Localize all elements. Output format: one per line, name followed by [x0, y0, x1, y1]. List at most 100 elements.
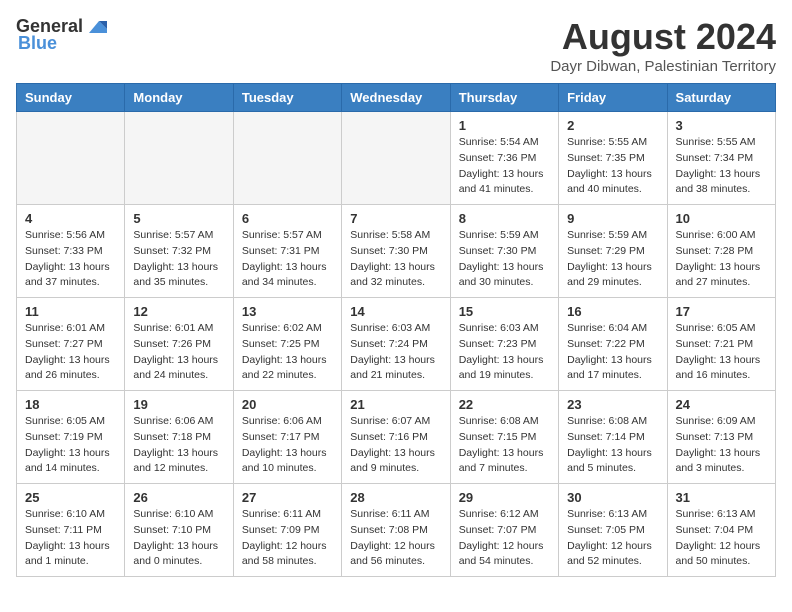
- table-row: 21 Sunrise: 6:07 AM Sunset: 7:16 PM Dayli…: [342, 391, 450, 484]
- table-row: 25Sunrise: 6:10 AM Sunset: 7:11 PM Dayli…: [17, 484, 125, 577]
- day-info: Sunrise: 5:57 AM Sunset: 7:31 PM Dayligh…: [242, 228, 333, 291]
- day-number: 4: [25, 211, 116, 226]
- day-number: 16: [567, 304, 658, 319]
- table-row: 17Sunrise: 6:05 AM Sunset: 7:21 PM Dayli…: [667, 298, 775, 391]
- table-row: 5Sunrise: 5:57 AM Sunset: 7:32 PM Daylig…: [125, 205, 233, 298]
- logo-blue-text: Blue: [18, 33, 57, 54]
- day-info: Sunrise: 6:13 AM Sunset: 7:05 PM Dayligh…: [567, 507, 658, 570]
- logo: General Blue: [16, 16, 107, 54]
- table-row: 20 Sunrise: 6:06 AM Sunset: 7:17 PM Dayli…: [233, 391, 341, 484]
- day-info: Sunrise: 6:07 AM Sunset: 7:16 PM Dayligh…: [350, 414, 441, 477]
- day-number: 15: [459, 304, 550, 319]
- day-number: 13: [242, 304, 333, 319]
- calendar-week-row: 18 Sunrise: 6:05 AM Sunset: 7:19 PM Dayli…: [17, 391, 776, 484]
- table-row: 23 Sunrise: 6:08 AM Sunset: 7:14 PM Dayli…: [559, 391, 667, 484]
- table-row: 28 Sunrise: 6:11 AM Sunset: 7:08 PM Dayli…: [342, 484, 450, 577]
- calendar-header-row: Sunday Monday Tuesday Wednesday Thursday…: [17, 84, 776, 112]
- calendar-week-row: 11Sunrise: 6:01 AM Sunset: 7:27 PM Dayli…: [17, 298, 776, 391]
- table-row: 3 Sunrise: 5:55 AM Sunset: 7:34 PM Daylig…: [667, 112, 775, 205]
- table-row: 1 Sunrise: 5:54 AM Sunset: 7:36 PM Daylig…: [450, 112, 558, 205]
- table-row: 15 Sunrise: 6:03 AM Sunset: 7:23 PM Dayli…: [450, 298, 558, 391]
- header-sunday: Sunday: [17, 84, 125, 112]
- header-friday: Friday: [559, 84, 667, 112]
- day-info: Sunrise: 6:03 AM Sunset: 7:23 PM Dayligh…: [459, 321, 550, 384]
- header-wednesday: Wednesday: [342, 84, 450, 112]
- day-number: 11: [25, 304, 116, 319]
- day-number: 14: [350, 304, 441, 319]
- day-info: Sunrise: 6:04 AM Sunset: 7:22 PM Dayligh…: [567, 321, 658, 384]
- table-row: 2 Sunrise: 5:55 AM Sunset: 7:35 PM Daylig…: [559, 112, 667, 205]
- table-row: 12 Sunrise: 6:01 AM Sunset: 7:26 PM Dayli…: [125, 298, 233, 391]
- day-info: Sunrise: 6:00 AM Sunset: 7:28 PM Dayligh…: [676, 228, 767, 291]
- day-info: Sunrise: 6:01 AM Sunset: 7:26 PM Dayligh…: [133, 321, 224, 384]
- day-number: 8: [459, 211, 550, 226]
- table-row: 31 Sunrise: 6:13 AM Sunset: 7:04 PM Dayli…: [667, 484, 775, 577]
- day-info: Sunrise: 6:06 AM Sunset: 7:18 PM Dayligh…: [133, 414, 224, 477]
- day-info: Sunrise: 6:08 AM Sunset: 7:15 PM Dayligh…: [459, 414, 550, 477]
- day-number: 7: [350, 211, 441, 226]
- day-number: 24: [676, 397, 767, 412]
- location-subtitle: Dayr Dibwan, Palestinian Territory: [550, 58, 776, 75]
- day-info: Sunrise: 5:58 AM Sunset: 7:30 PM Dayligh…: [350, 228, 441, 291]
- day-number: 23: [567, 397, 658, 412]
- table-row: [125, 112, 233, 205]
- table-row: 22Sunrise: 6:08 AM Sunset: 7:15 PM Dayli…: [450, 391, 558, 484]
- day-info: Sunrise: 5:57 AM Sunset: 7:32 PM Dayligh…: [133, 228, 224, 291]
- table-row: 13Sunrise: 6:02 AM Sunset: 7:25 PM Dayli…: [233, 298, 341, 391]
- table-row: 4 Sunrise: 5:56 AM Sunset: 7:33 PM Daylig…: [17, 205, 125, 298]
- page-header: General Blue August 2024 Dayr Dibwan, Pa…: [16, 16, 776, 75]
- title-section: August 2024 Dayr Dibwan, Palestinian Ter…: [550, 16, 776, 75]
- day-number: 3: [676, 118, 767, 133]
- day-number: 6: [242, 211, 333, 226]
- calendar-week-row: 25Sunrise: 6:10 AM Sunset: 7:11 PM Dayli…: [17, 484, 776, 577]
- table-row: 11Sunrise: 6:01 AM Sunset: 7:27 PM Dayli…: [17, 298, 125, 391]
- calendar-week-row: 1 Sunrise: 5:54 AM Sunset: 7:36 PM Daylig…: [17, 112, 776, 205]
- day-number: 18: [25, 397, 116, 412]
- table-row: 16 Sunrise: 6:04 AM Sunset: 7:22 PM Dayli…: [559, 298, 667, 391]
- table-row: 29 Sunrise: 6:12 AM Sunset: 7:07 PM Dayli…: [450, 484, 558, 577]
- day-number: 29: [459, 490, 550, 505]
- day-info: Sunrise: 6:06 AM Sunset: 7:17 PM Dayligh…: [242, 414, 333, 477]
- table-row: 7 Sunrise: 5:58 AM Sunset: 7:30 PM Daylig…: [342, 205, 450, 298]
- day-number: 25: [25, 490, 116, 505]
- day-info: Sunrise: 6:13 AM Sunset: 7:04 PM Dayligh…: [676, 507, 767, 570]
- day-info: Sunrise: 6:11 AM Sunset: 7:08 PM Dayligh…: [350, 507, 441, 570]
- table-row: 10 Sunrise: 6:00 AM Sunset: 7:28 PM Dayli…: [667, 205, 775, 298]
- day-number: 31: [676, 490, 767, 505]
- table-row: 19 Sunrise: 6:06 AM Sunset: 7:18 PM Dayli…: [125, 391, 233, 484]
- day-info: Sunrise: 5:54 AM Sunset: 7:36 PM Dayligh…: [459, 135, 550, 198]
- day-number: 20: [242, 397, 333, 412]
- day-number: 12: [133, 304, 224, 319]
- day-info: Sunrise: 6:05 AM Sunset: 7:21 PM Dayligh…: [676, 321, 767, 384]
- day-info: Sunrise: 6:08 AM Sunset: 7:14 PM Dayligh…: [567, 414, 658, 477]
- table-row: 26Sunrise: 6:10 AM Sunset: 7:10 PM Dayli…: [125, 484, 233, 577]
- table-row: 27Sunrise: 6:11 AM Sunset: 7:09 PM Dayli…: [233, 484, 341, 577]
- day-info: Sunrise: 5:55 AM Sunset: 7:35 PM Dayligh…: [567, 135, 658, 198]
- day-info: Sunrise: 6:09 AM Sunset: 7:13 PM Dayligh…: [676, 414, 767, 477]
- table-row: [17, 112, 125, 205]
- table-row: 8Sunrise: 5:59 AM Sunset: 7:30 PM Daylig…: [450, 205, 558, 298]
- day-number: 10: [676, 211, 767, 226]
- day-number: 19: [133, 397, 224, 412]
- day-info: Sunrise: 5:56 AM Sunset: 7:33 PM Dayligh…: [25, 228, 116, 291]
- calendar-week-row: 4 Sunrise: 5:56 AM Sunset: 7:33 PM Daylig…: [17, 205, 776, 298]
- day-info: Sunrise: 6:12 AM Sunset: 7:07 PM Dayligh…: [459, 507, 550, 570]
- header-saturday: Saturday: [667, 84, 775, 112]
- day-info: Sunrise: 5:55 AM Sunset: 7:34 PM Dayligh…: [676, 135, 767, 198]
- table-row: 14 Sunrise: 6:03 AM Sunset: 7:24 PM Dayli…: [342, 298, 450, 391]
- header-monday: Monday: [125, 84, 233, 112]
- table-row: 24 Sunrise: 6:09 AM Sunset: 7:13 PM Dayli…: [667, 391, 775, 484]
- day-info: Sunrise: 6:05 AM Sunset: 7:19 PM Dayligh…: [25, 414, 116, 477]
- day-number: 28: [350, 490, 441, 505]
- day-number: 21: [350, 397, 441, 412]
- day-number: 1: [459, 118, 550, 133]
- table-row: 6 Sunrise: 5:57 AM Sunset: 7:31 PM Daylig…: [233, 205, 341, 298]
- table-row: 9Sunrise: 5:59 AM Sunset: 7:29 PM Daylig…: [559, 205, 667, 298]
- day-info: Sunrise: 5:59 AM Sunset: 7:29 PM Dayligh…: [567, 228, 658, 291]
- day-number: 2: [567, 118, 658, 133]
- header-thursday: Thursday: [450, 84, 558, 112]
- calendar-table: Sunday Monday Tuesday Wednesday Thursday…: [16, 83, 776, 577]
- day-info: Sunrise: 6:03 AM Sunset: 7:24 PM Dayligh…: [350, 321, 441, 384]
- day-number: 30: [567, 490, 658, 505]
- day-info: Sunrise: 6:11 AM Sunset: 7:09 PM Dayligh…: [242, 507, 333, 570]
